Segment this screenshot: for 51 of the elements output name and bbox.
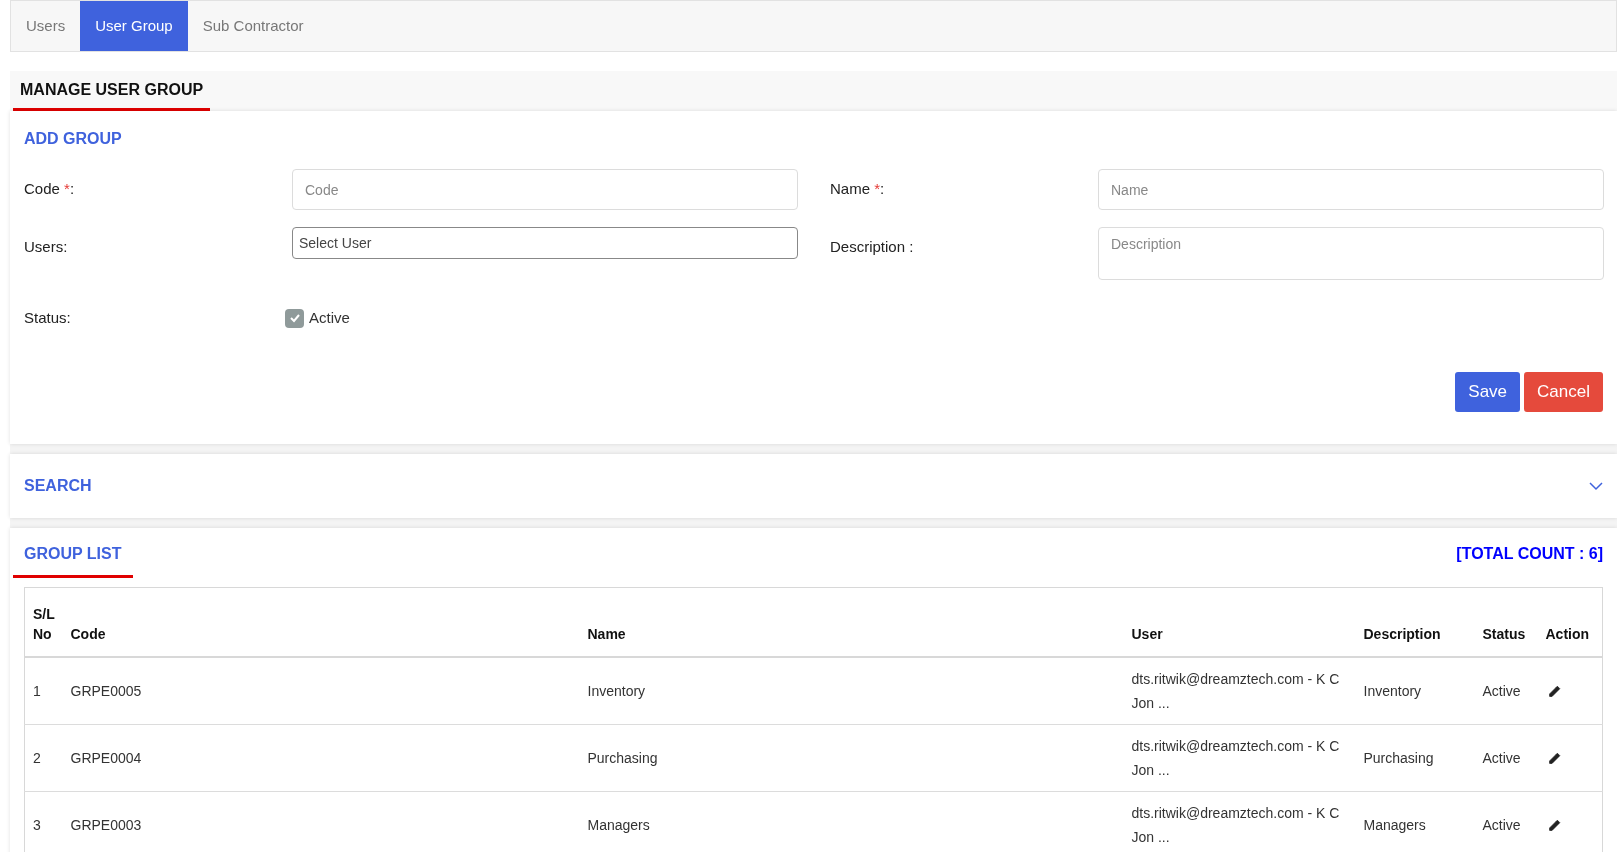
tab[interactable]: Users (11, 1, 81, 51)
cancel-button[interactable]: Cancel (1524, 371, 1603, 412)
column-header: S/L No (33, 605, 55, 644)
text-field[interactable]: Code (292, 169, 798, 210)
pencil-icon[interactable] (1547, 751, 1561, 765)
table-cell: 1 (33, 682, 41, 699)
description-field[interactable]: Description (1098, 227, 1604, 280)
column-header: Description (1363, 626, 1441, 642)
table-cell: Inventory (587, 682, 646, 699)
column-header: Status (1482, 626, 1526, 642)
field-label: Users: (24, 238, 68, 255)
table-cell: Managers (587, 816, 650, 833)
tab[interactable]: User Group (80, 1, 188, 51)
checkmark-icon (288, 312, 301, 325)
section-title: GROUP LIST (13, 542, 133, 578)
table-cell: dts.ritwik@dreamztech.com - K C Jon ... (1131, 737, 1340, 778)
tab[interactable]: Sub Contractor (187, 1, 319, 51)
table-cell: Active (1482, 816, 1521, 833)
field-label: Status: (24, 308, 72, 328)
pencil-icon[interactable] (1547, 685, 1561, 698)
table-cell: Active (1482, 749, 1521, 766)
field-label: Code *: (24, 180, 75, 197)
column-header: Action (1545, 626, 1590, 642)
section-title: ADD GROUP (24, 129, 123, 149)
column-header: Name (587, 626, 626, 642)
section-title: SEARCH (24, 476, 92, 496)
save-button[interactable]: Save (1455, 371, 1521, 412)
checkbox-label: Active (309, 308, 350, 328)
checkbox[interactable] (285, 308, 304, 328)
table-cell: dts.ritwik@dreamztech.com - K C Jon ... (1131, 670, 1340, 711)
table-cell: Purchasing (1363, 749, 1434, 766)
total-count: [TOTAL COUNT : 6] (1456, 544, 1603, 564)
table-cell: GRPE0004 (70, 749, 142, 766)
table-cell: 3 (33, 816, 41, 833)
text-field[interactable]: Name (1098, 169, 1604, 210)
table-cell: GRPE0003 (70, 816, 142, 833)
pencil-icon[interactable] (1547, 818, 1561, 832)
column-header: Code (70, 626, 106, 642)
column-header: User (1131, 626, 1163, 642)
chevron-down-icon[interactable] (1589, 481, 1603, 491)
table-cell: Managers (1363, 816, 1426, 833)
select-field[interactable]: Select User (292, 227, 798, 259)
table-cell: Inventory (1363, 682, 1422, 699)
table-cell: 2 (33, 749, 41, 766)
table-cell: GRPE0005 (70, 682, 142, 699)
field-label: Description : (830, 238, 914, 255)
table-cell: dts.ritwik@dreamztech.com - K C Jon ... (1131, 804, 1340, 845)
table-cell: Active (1482, 682, 1521, 699)
field-label: Name *: (830, 180, 885, 197)
table-cell: Purchasing (587, 749, 658, 766)
search-panel[interactable]: SEARCH (10, 454, 1617, 518)
